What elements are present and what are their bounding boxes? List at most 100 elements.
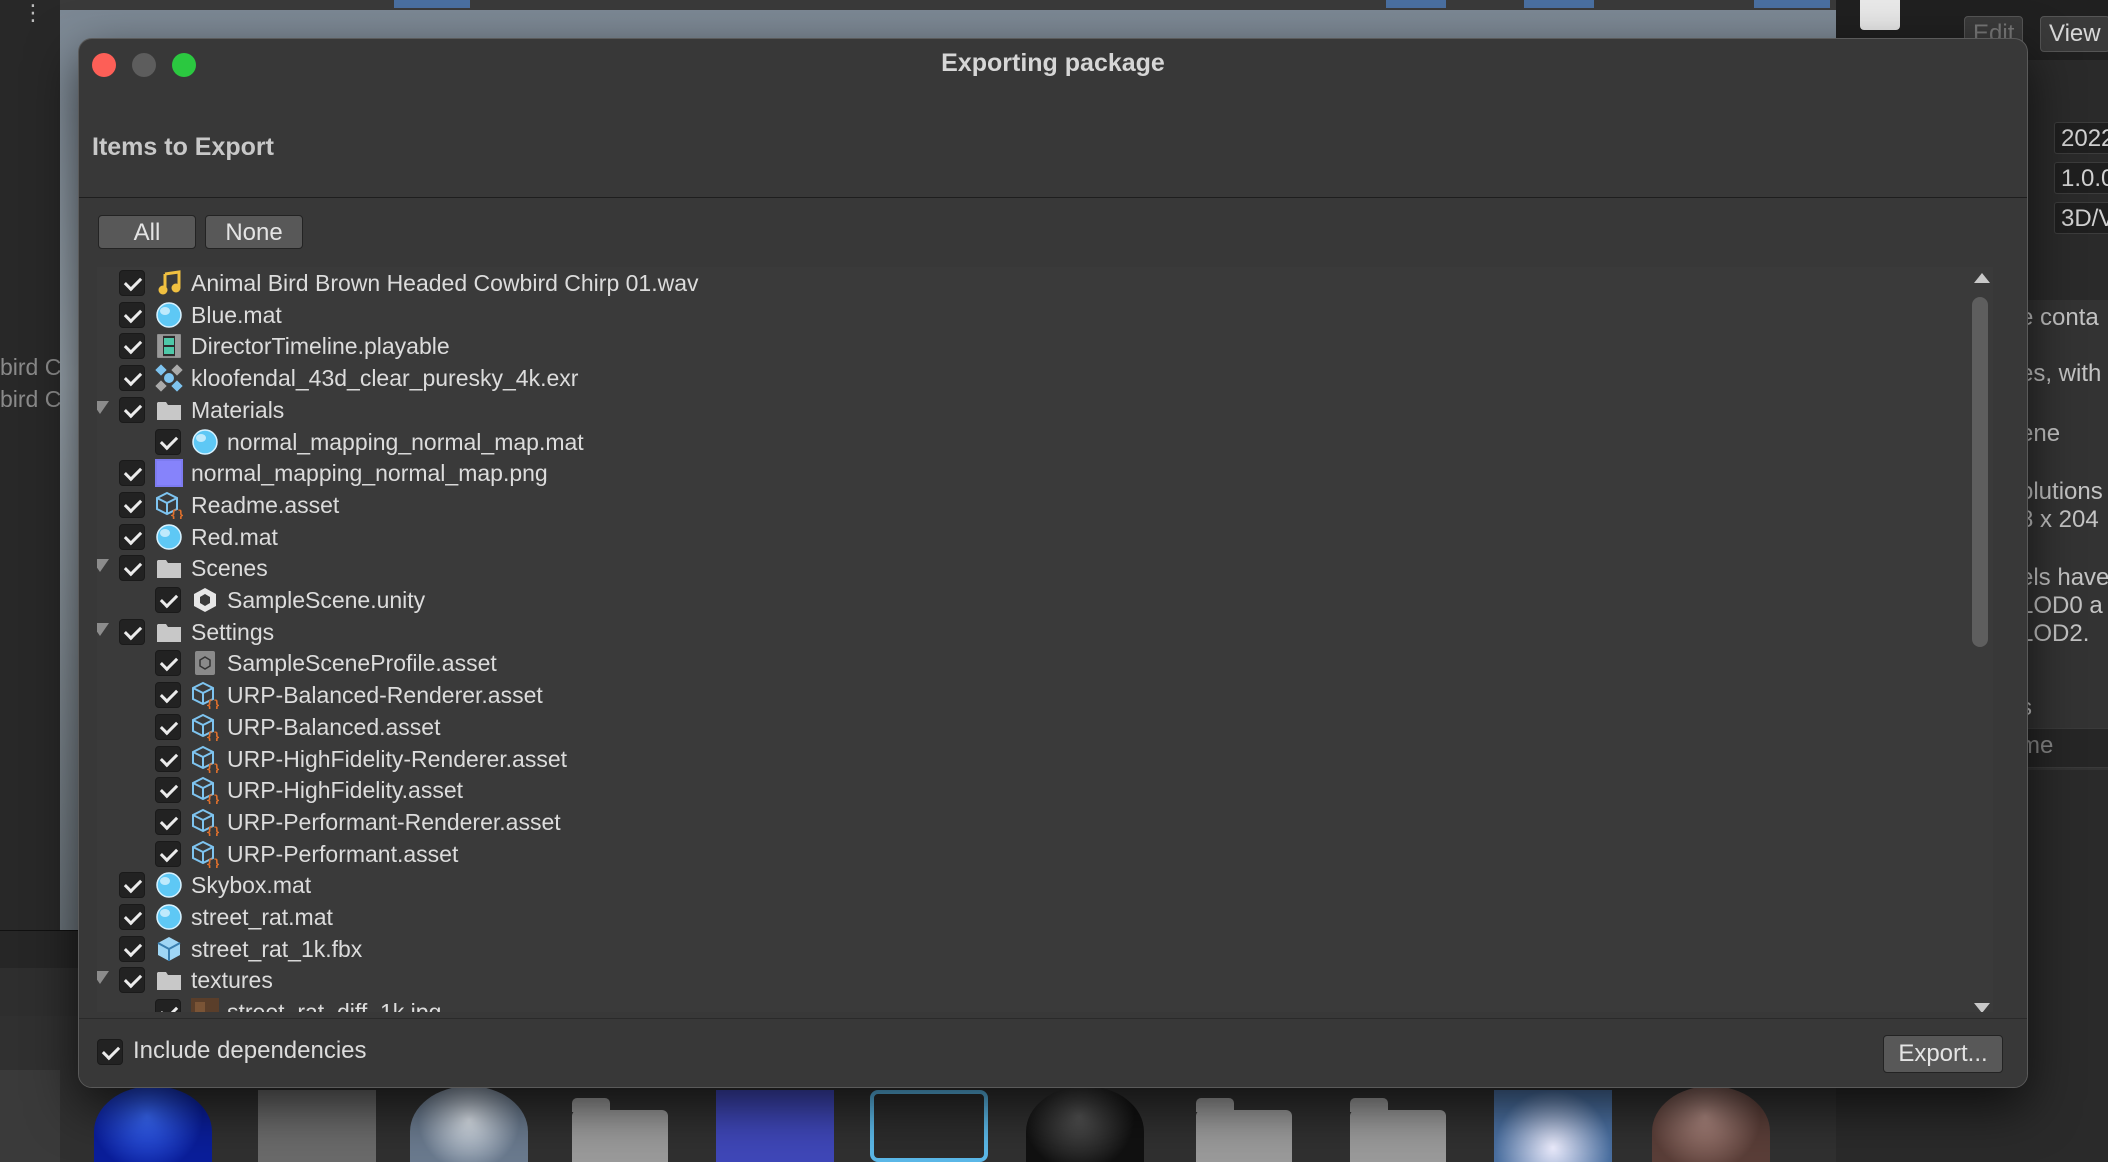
item-checkbox[interactable]: [119, 301, 145, 328]
asset-row[interactable]: kloofendal_43d_clear_puresky_4k.exr: [97, 362, 1977, 394]
texture-thumb-icon: [191, 998, 219, 1012]
item-checkbox[interactable]: [155, 428, 181, 455]
select-none-button[interactable]: None: [205, 215, 303, 249]
view-button[interactable]: View: [2040, 16, 2108, 52]
scriptable-asset-icon: {}: [191, 840, 220, 871]
folder-icon: [155, 618, 183, 646]
divider: [79, 197, 2027, 198]
folder-row[interactable]: Scenes: [97, 552, 1977, 584]
asset-row[interactable]: normal_mapping_normal_map.mat: [97, 426, 1977, 458]
version-field[interactable]: 1.0.0: [2054, 162, 2108, 194]
include-dependencies-checkbox[interactable]: [97, 1039, 123, 1065]
folder-thumbnail[interactable]: [1350, 1098, 1446, 1162]
asset-row[interactable]: {} URP-Balanced.asset: [97, 711, 1977, 744]
item-checkbox[interactable]: [155, 587, 181, 613]
asset-row[interactable]: Blue.mat: [97, 299, 1977, 331]
scroll-up-arrow-icon[interactable]: [1974, 273, 1990, 283]
material-icon: [155, 903, 183, 931]
asset-row[interactable]: DirectorTimeline.playable: [97, 330, 1977, 362]
export-items-tree[interactable]: Animal Bird Brown Headed Cowbird Chirp 0…: [97, 267, 1993, 1012]
item-checkbox[interactable]: [119, 270, 145, 296]
asset-row[interactable]: {} URP-HighFidelity.asset: [97, 774, 1977, 807]
asset-row[interactable]: {} URP-Performant-Renderer.asset: [97, 806, 1977, 839]
item-name: normal_mapping_normal_map.png: [191, 460, 548, 487]
item-checkbox[interactable]: [119, 460, 145, 487]
timeline-thumbnail[interactable]: [258, 1090, 376, 1162]
item-checkbox[interactable]: [119, 967, 145, 994]
left-panel-text: bird C: [0, 354, 62, 380]
scene-toolbar-tab[interactable]: [1386, 0, 1446, 8]
category-field[interactable]: 3D/V: [2054, 202, 2108, 234]
asset-thumbnail[interactable]: [870, 1090, 988, 1162]
item-checkbox[interactable]: [119, 904, 145, 930]
item-checkbox[interactable]: [119, 396, 145, 423]
item-name: SampleSceneProfile.asset: [227, 650, 497, 677]
item-checkbox[interactable]: [119, 618, 145, 645]
item-name: URP-Performant.asset: [227, 840, 459, 867]
folder-row[interactable]: Settings: [97, 616, 1977, 648]
asset-row[interactable]: Red.mat: [97, 521, 1977, 553]
scrollbar-thumb[interactable]: [1972, 297, 1988, 647]
asset-row[interactable]: street_rat_diff_1k.jpg: [97, 996, 1977, 1012]
model-icon: [155, 935, 183, 963]
asset-row[interactable]: {} URP-HighFidelity-Renderer.asset: [97, 743, 1977, 776]
asset-row[interactable]: {} Readme.asset: [97, 489, 1977, 522]
asset-row[interactable]: {} URP-Balanced-Renderer.asset: [97, 679, 1977, 712]
item-name: Skybox.mat: [191, 872, 312, 899]
scene-toolbar-tab[interactable]: [1524, 0, 1594, 8]
expand-arrow-icon[interactable]: [97, 559, 109, 573]
item-checkbox[interactable]: [119, 523, 145, 550]
asset-row[interactable]: Animal Bird Brown Headed Cowbird Chirp 0…: [97, 267, 1977, 299]
asset-row[interactable]: SampleSceneProfile.asset: [97, 647, 1977, 679]
include-dependencies-label[interactable]: Include dependencies: [133, 1037, 367, 1065]
expand-arrow-icon[interactable]: [97, 622, 109, 636]
item-checkbox[interactable]: [119, 935, 145, 962]
description-text: e conta: [2020, 304, 2099, 331]
folder-thumbnail[interactable]: [572, 1098, 668, 1162]
inspector-tab[interactable]: [1860, 0, 1900, 30]
item-checkbox[interactable]: [119, 872, 145, 899]
expand-arrow-icon[interactable]: [97, 400, 109, 414]
item-checkbox[interactable]: [155, 713, 181, 740]
item-checkbox[interactable]: [155, 650, 181, 677]
asset-row[interactable]: {} URP-Performant.asset: [97, 838, 1977, 871]
scene-toolbar-tab[interactable]: [394, 0, 470, 8]
item-checkbox[interactable]: [155, 682, 181, 709]
item-checkbox[interactable]: [155, 808, 181, 835]
dialog-footer: Include dependencies Export...: [79, 1018, 2027, 1087]
expand-arrow-icon[interactable]: [97, 971, 109, 985]
asset-row[interactable]: street_rat_1k.fbx: [97, 933, 1977, 965]
item-checkbox[interactable]: [155, 999, 181, 1012]
asset-row[interactable]: street_rat.mat: [97, 901, 1977, 933]
asset-row[interactable]: Skybox.mat: [97, 869, 1977, 901]
item-checkbox[interactable]: [119, 555, 145, 582]
description-text: 8 x 204: [2020, 506, 2099, 533]
asset-row[interactable]: normal_mapping_normal_map.png: [97, 457, 1977, 489]
svg-text:{}: {}: [206, 825, 219, 836]
item-checkbox[interactable]: [119, 365, 145, 392]
export-button[interactable]: Export...: [1883, 1035, 2003, 1073]
item-checkbox[interactable]: [155, 777, 181, 804]
item-checkbox[interactable]: [155, 840, 181, 867]
svg-text:{}: {}: [206, 698, 219, 709]
item-checkbox[interactable]: [119, 333, 145, 360]
more-options-icon[interactable]: ⋮: [22, 2, 44, 32]
description-text: olutions: [2020, 478, 2103, 505]
asset-row[interactable]: SampleScene.unity: [97, 584, 1977, 616]
version-field[interactable]: 2022: [2054, 122, 2108, 154]
folder-icon: [155, 554, 183, 582]
select-all-button[interactable]: All: [98, 215, 196, 249]
item-name: street_rat_diff_1k.jpg: [227, 997, 441, 1012]
scene-toolbar-tab[interactable]: [1754, 0, 1830, 8]
svg-text:{}: {}: [206, 793, 219, 804]
svg-text:{}: {}: [206, 730, 219, 741]
item-checkbox[interactable]: [119, 491, 145, 518]
scroll-down-arrow-icon[interactable]: [1974, 1003, 1990, 1012]
sky-thumbnail[interactable]: [1494, 1090, 1612, 1162]
item-checkbox[interactable]: [155, 745, 181, 772]
normal-map-thumbnail[interactable]: [716, 1090, 834, 1162]
tree-scrollbar[interactable]: [1971, 273, 1990, 1012]
folder-row[interactable]: textures: [97, 964, 1977, 996]
folder-row[interactable]: Materials: [97, 394, 1977, 426]
folder-thumbnail[interactable]: [1196, 1098, 1292, 1162]
